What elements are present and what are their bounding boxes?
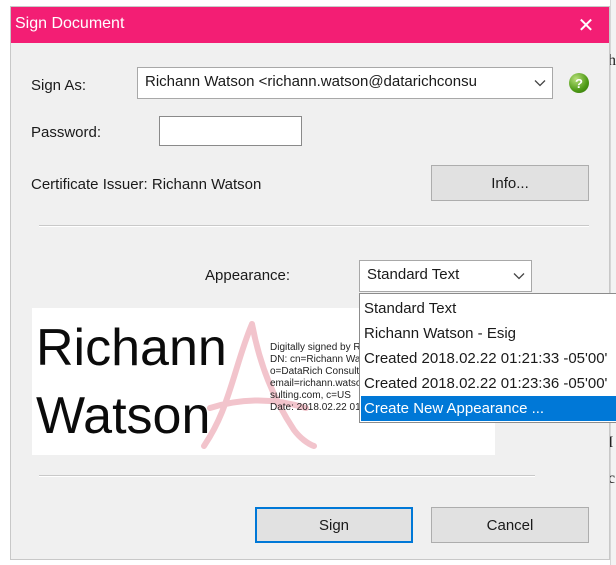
password-label: Password: bbox=[31, 124, 102, 141]
certificate-issuer-text: Certificate Issuer: Richann Watson bbox=[31, 176, 262, 193]
appearance-option[interactable]: Richann Watson - Esig bbox=[361, 321, 616, 346]
appearance-value: Standard Text bbox=[367, 266, 460, 283]
password-field[interactable] bbox=[159, 116, 302, 146]
dialog-title: Sign Document bbox=[15, 15, 125, 32]
appearance-option-create-new[interactable]: Create New Appearance ... bbox=[361, 396, 616, 421]
appearance-label: Appearance: bbox=[205, 267, 291, 284]
sign-as-value: Richann Watson <richann.watson@datarichc… bbox=[145, 73, 477, 90]
divider bbox=[39, 475, 535, 477]
appearance-option[interactable]: Created 2018.02.22 01:21:33 -05'00' bbox=[361, 346, 616, 371]
chevron-down-icon[interactable] bbox=[507, 261, 531, 291]
close-icon: ✕ bbox=[577, 14, 595, 37]
info-button[interactable]: Info... bbox=[431, 165, 589, 201]
sign-button[interactable]: Sign bbox=[255, 507, 413, 543]
sign-as-label: Sign As: bbox=[31, 77, 87, 94]
title-bar[interactable]: Sign Document ✕ bbox=[11, 7, 609, 43]
sign-document-dialog: Sign Document ✕ Sign As: Richann Watson … bbox=[10, 6, 616, 560]
help-icon-glyph: ? bbox=[575, 75, 583, 91]
chevron-down-icon[interactable] bbox=[528, 68, 552, 98]
signature-name-line1: Richann bbox=[36, 319, 227, 377]
signature-name-line2: Watson bbox=[36, 387, 211, 445]
divider bbox=[39, 225, 589, 227]
appearance-option[interactable]: Created 2018.02.22 01:23:36 -05'00' bbox=[361, 371, 616, 396]
appearance-dropdown-list: Standard Text Richann Watson - Esig Crea… bbox=[359, 293, 616, 423]
appearance-select[interactable]: Standard Text bbox=[359, 260, 532, 292]
help-icon[interactable]: ? bbox=[569, 73, 589, 93]
close-button[interactable]: ✕ bbox=[563, 7, 609, 43]
appearance-option[interactable]: Standard Text bbox=[361, 296, 616, 321]
sign-as-select[interactable]: Richann Watson <richann.watson@datarichc… bbox=[137, 67, 553, 99]
cancel-button[interactable]: Cancel bbox=[431, 507, 589, 543]
